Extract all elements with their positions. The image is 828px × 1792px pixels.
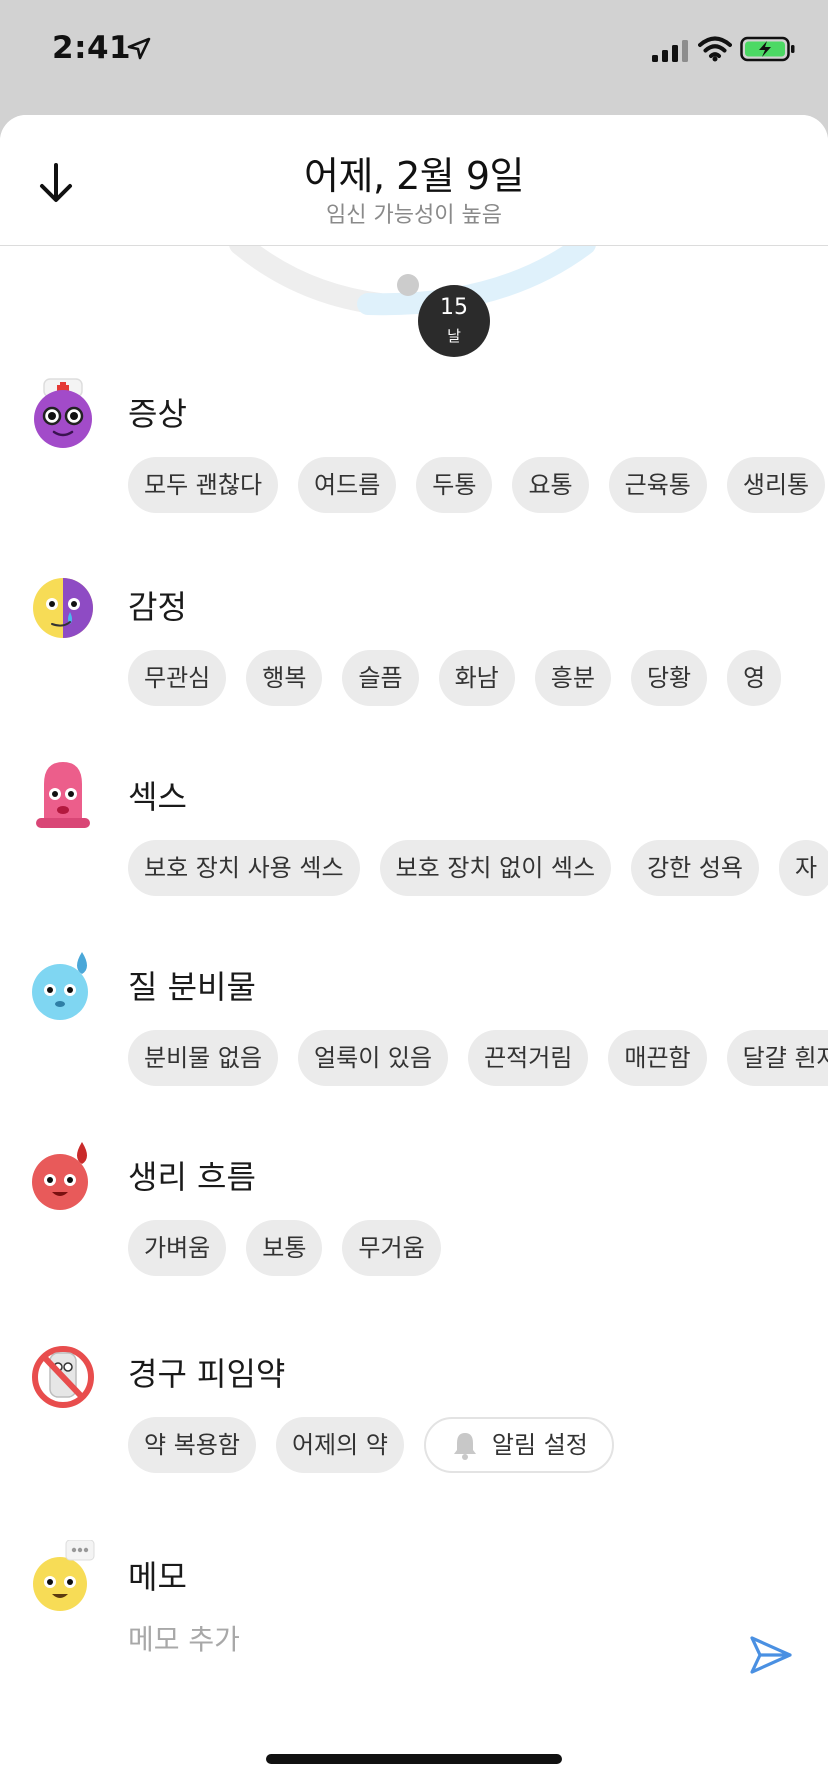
- blood-drop-emoji-icon: [32, 1142, 88, 1210]
- section-title: 경구 피임약: [128, 1355, 286, 1393]
- pill-chips: 약 복용함 어제의 약 알림 설정: [128, 1417, 614, 1473]
- section-title: 메모: [128, 1558, 187, 1596]
- discharge-chips: 분비물 없음 얼룩이 있음 끈적거림 매끈함 달걀 흰자: [128, 1030, 828, 1086]
- no-pill-emoji-icon: [32, 1346, 94, 1408]
- chip-mood[interactable]: 슬픔: [342, 650, 419, 706]
- signal-icon: [652, 40, 688, 62]
- chip-discharge[interactable]: 달걀 흰자: [726, 1030, 828, 1086]
- home-indicator[interactable]: [266, 1754, 562, 1764]
- status-time: 2:41: [52, 30, 132, 66]
- mood-emoji-icon: [33, 578, 93, 638]
- chip-discharge[interactable]: 매끈함: [608, 1030, 707, 1086]
- section-title: 생리 흐름: [128, 1158, 256, 1196]
- set-reminder-button[interactable]: 알림 설정: [423, 1417, 614, 1473]
- droplet-emoji-icon: [32, 952, 88, 1020]
- chip-pill[interactable]: 어제의 약: [275, 1417, 404, 1473]
- chip-discharge[interactable]: 분비물 없음: [128, 1030, 279, 1086]
- daily-log-sheet: 어제, 2월 9일 임신 가능성이 높음 15 날 증상 모두 괜찮다 여드름 …: [0, 115, 828, 1792]
- chip-mood[interactable]: 흥분: [534, 650, 611, 706]
- symptom-chips: 모두 괜찮다 여드름 두통 요통 근육통 생리통: [128, 457, 826, 513]
- memo-emoji-icon: [33, 1540, 95, 1611]
- chip-discharge[interactable]: 얼룩이 있음: [298, 1030, 449, 1086]
- chip-symptom[interactable]: 요통: [512, 457, 589, 513]
- section-title: 감정: [128, 588, 187, 626]
- chip-symptom[interactable]: 두통: [416, 457, 493, 513]
- condom-emoji-icon: [36, 762, 90, 828]
- sheet-header: 어제, 2월 9일 임신 가능성이 높음: [0, 115, 828, 246]
- sex-chips: 보호 장치 사용 섹스 보호 장치 없이 섹스 강한 성욕 자: [128, 840, 828, 896]
- page-subtitle: 임신 가능성이 높음: [326, 203, 502, 228]
- chip-symptom[interactable]: 생리통: [726, 457, 826, 513]
- cycle-arc: [229, 246, 596, 316]
- chip-sex[interactable]: 자: [779, 840, 828, 896]
- chip-sex[interactable]: 강한 성욕: [631, 840, 760, 896]
- flow-chips: 가벼움 보통 무거움: [128, 1220, 441, 1276]
- cycle-day-number: 15: [440, 295, 468, 320]
- send-icon[interactable]: [748, 1632, 794, 1678]
- section-title: 질 분비물: [128, 968, 256, 1006]
- location-arrow-icon: [127, 37, 151, 60]
- section-title: 섹스: [128, 778, 187, 816]
- cycle-day-badge: 15 날: [418, 285, 490, 357]
- chip-mood[interactable]: 당황: [630, 650, 708, 706]
- page-title: 어제, 2월 9일: [304, 154, 524, 198]
- chip-sex[interactable]: 보호 장치 없이 섹스: [379, 840, 612, 896]
- mood-chips: 무관심 행복 슬픔 화남 흥분 당황 영: [128, 650, 782, 706]
- chip-flow[interactable]: 무거움: [342, 1220, 441, 1276]
- chip-mood[interactable]: 영: [727, 650, 782, 706]
- wifi-icon: [698, 36, 732, 62]
- chip-mood[interactable]: 화남: [438, 650, 515, 706]
- chip-mood[interactable]: 무관심: [128, 650, 227, 706]
- memo-input[interactable]: 메모 추가: [128, 1618, 240, 1658]
- nurse-emoji-icon: [34, 378, 92, 448]
- chip-symptom[interactable]: 모두 괜찮다: [128, 457, 279, 513]
- status-bar: 2:41: [0, 0, 828, 110]
- bell-icon: [453, 1433, 476, 1460]
- chip-sex[interactable]: 보호 장치 사용 섹스: [128, 840, 360, 896]
- chip-flow[interactable]: 보통: [246, 1220, 323, 1276]
- chip-symptom[interactable]: 여드름: [298, 457, 397, 513]
- chip-pill[interactable]: 약 복용함: [128, 1417, 256, 1473]
- section-title: 증상: [128, 395, 187, 433]
- chip-flow[interactable]: 가벼움: [128, 1220, 227, 1276]
- reminder-label: 알림 설정: [491, 1431, 588, 1459]
- chip-symptom[interactable]: 근육통: [608, 457, 707, 513]
- cycle-day-unit: 날: [447, 327, 461, 345]
- battery-icon: [740, 36, 795, 62]
- chip-discharge[interactable]: 끈적거림: [468, 1030, 589, 1086]
- chip-mood[interactable]: 행복: [246, 650, 323, 706]
